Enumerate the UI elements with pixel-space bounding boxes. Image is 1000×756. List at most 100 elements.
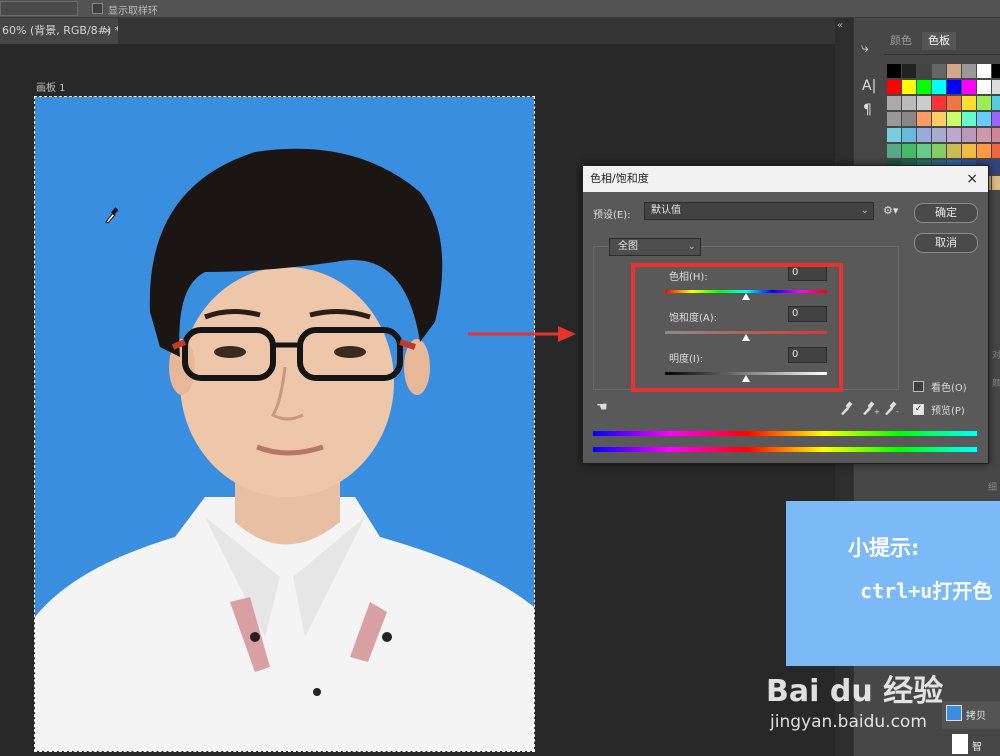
paragraph-icon[interactable]: ¶ [863, 102, 872, 118]
color-swatch[interactable] [947, 80, 961, 94]
tip-title: 小提示: [848, 536, 920, 560]
color-swatch[interactable] [917, 64, 931, 78]
color-swatch[interactable] [962, 96, 976, 110]
color-swatch[interactable] [887, 64, 901, 78]
chevron-down-icon: ⌄ [687, 241, 696, 252]
svg-text:-: - [896, 408, 899, 415]
color-swatch[interactable] [887, 112, 901, 126]
color-swatch[interactable] [947, 144, 961, 158]
preset-options-gear-icon[interactable]: ⚙▾ [883, 204, 898, 217]
input-spectrum-bar [593, 431, 977, 436]
color-swatch[interactable] [947, 64, 961, 78]
color-swatch[interactable] [962, 144, 976, 158]
collapse-panels-icon[interactable]: « [837, 20, 843, 31]
color-swatch[interactable] [917, 80, 931, 94]
color-swatch[interactable] [932, 144, 946, 158]
preview-checkbox[interactable]: ✓ [913, 404, 924, 415]
color-swatch[interactable] [977, 128, 991, 142]
color-swatch[interactable] [917, 112, 931, 126]
show-sample-ring-checkbox[interactable] [92, 3, 103, 14]
close-tab-icon[interactable]: × [103, 18, 112, 44]
color-swatch[interactable] [932, 64, 946, 78]
color-swatch[interactable] [992, 64, 1000, 78]
preview-label: 预览(P) [931, 406, 965, 417]
eyedropper-minus-icon[interactable]: - [885, 401, 899, 415]
color-swatch[interactable] [992, 128, 1000, 142]
color-swatch[interactable] [992, 176, 1000, 190]
tip-box: 小提示: ctrl+u打开色 [786, 501, 1000, 666]
artboard-label: 画板 1 [36, 83, 66, 94]
color-swatch[interactable] [887, 128, 901, 142]
side-label-2: 颜 [992, 379, 1000, 389]
color-swatch[interactable] [992, 96, 1000, 110]
tab-color[interactable]: 颜色 [884, 32, 918, 50]
tab-divider [884, 54, 1000, 55]
hue-saturation-dialog: 色相/饱和度 × 预设(E): 默认值 ⌄ ⚙▾ 确定 取消 全图 ⌄ 色相(H… [582, 165, 989, 464]
color-swatch[interactable] [947, 128, 961, 142]
preset-select[interactable]: 默认值 ⌄ [644, 202, 874, 220]
layer-row-smart[interactable]: 智 [942, 732, 1000, 756]
layer-row-copy[interactable]: 拷贝 [942, 701, 1000, 729]
tab-swatches[interactable]: 色板 [922, 32, 956, 50]
dialog-titlebar: 色相/饱和度 × [583, 166, 988, 192]
baidu-watermark-logo: Bai du 经验 [766, 674, 944, 709]
color-swatch[interactable] [902, 144, 916, 158]
color-swatch[interactable] [932, 112, 946, 126]
color-swatch[interactable] [962, 112, 976, 126]
color-swatch[interactable] [902, 64, 916, 78]
dialog-close-icon[interactable]: × [966, 166, 978, 192]
ok-button[interactable]: 确定 [914, 203, 978, 223]
color-swatch[interactable] [962, 80, 976, 94]
portrait-photo[interactable] [34, 96, 535, 752]
side-label-3: 细 [988, 483, 998, 493]
preset-value: 默认值 [651, 205, 681, 216]
pointer-arrow-icon [468, 326, 576, 342]
color-swatch[interactable] [887, 96, 901, 110]
character-icon[interactable]: A| [862, 78, 876, 94]
eyedropper-cursor-icon [105, 207, 118, 224]
color-swatch[interactable] [887, 144, 901, 158]
color-swatch[interactable] [977, 96, 991, 110]
color-swatch[interactable] [917, 128, 931, 142]
color-swatch[interactable] [977, 80, 991, 94]
cancel-button[interactable]: 取消 [914, 233, 978, 253]
dialog-title: 色相/饱和度 [590, 172, 649, 185]
colorize-label: 看色(O) [931, 383, 967, 394]
colorize-checkbox[interactable] [913, 381, 924, 392]
history-icon[interactable]: ⤷ [861, 40, 869, 56]
color-swatch[interactable] [992, 144, 1000, 158]
output-spectrum-bar [593, 447, 977, 452]
svg-text:+: + [874, 408, 880, 415]
side-label-1: 对 [992, 351, 1000, 361]
options-bar: 显示取样环 [0, 0, 1000, 18]
color-swatch[interactable] [902, 96, 916, 110]
highlight-box [631, 263, 843, 392]
color-swatch[interactable] [932, 80, 946, 94]
tip-text: ctrl+u打开色 [860, 579, 993, 603]
color-swatch[interactable] [962, 64, 976, 78]
chevron-down-icon: ⌄ [860, 205, 869, 216]
target-adjust-hand-icon[interactable]: ☚ [596, 400, 608, 415]
color-swatch[interactable] [917, 96, 931, 110]
color-swatch[interactable] [887, 80, 901, 94]
color-swatch[interactable] [902, 128, 916, 142]
color-swatch[interactable] [992, 112, 1000, 126]
color-swatch[interactable] [932, 128, 946, 142]
eyedropper-plus-icon[interactable]: + [863, 401, 880, 415]
color-swatch[interactable] [977, 112, 991, 126]
color-swatch[interactable] [947, 112, 961, 126]
color-swatch[interactable] [947, 96, 961, 110]
color-swatch[interactable] [917, 144, 931, 158]
color-swatch[interactable] [977, 144, 991, 158]
color-swatch[interactable] [977, 64, 991, 78]
color-swatch[interactable] [902, 80, 916, 94]
color-swatch[interactable] [932, 96, 946, 110]
color-swatch[interactable] [962, 128, 976, 142]
document-tab[interactable]: 60% (背景, RGB/8#) * × [0, 18, 118, 44]
color-swatch[interactable] [992, 80, 1000, 94]
channel-select[interactable]: 全图 ⌄ [609, 238, 701, 256]
color-swatch[interactable] [992, 160, 1000, 174]
color-swatch[interactable] [902, 112, 916, 126]
eyedropper-icon[interactable] [841, 401, 853, 415]
sample-size-dropdown[interactable] [0, 1, 78, 16]
